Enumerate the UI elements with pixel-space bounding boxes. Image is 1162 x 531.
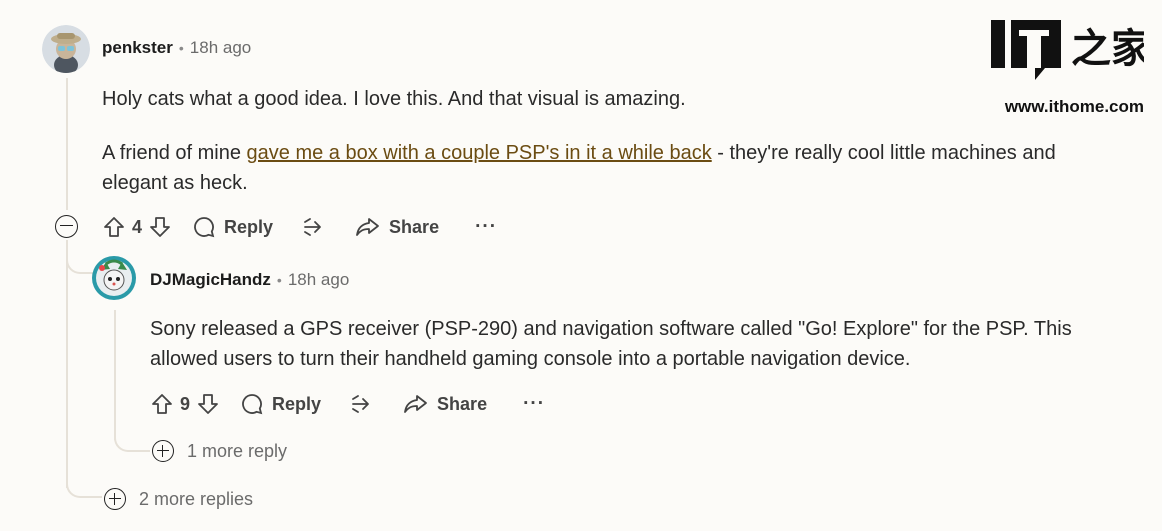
upvote-icon[interactable] xyxy=(102,215,126,239)
para-2-suffix: - they're really cool little machines an… xyxy=(711,142,1056,164)
username[interactable]: penkster xyxy=(102,38,173,58)
comment-1-actions: 4 Reply Share ··· xyxy=(102,212,497,242)
collapse-thread-button[interactable] xyxy=(55,215,78,238)
comment-1-header: penkster • 18h ago xyxy=(102,38,251,58)
share-label: Share xyxy=(389,216,440,237)
para-2-line-2: elegant as heck. xyxy=(102,172,248,194)
thread-elbow-reply xyxy=(66,250,94,274)
comment-1-para-2: A friend of mine gave me a box with a co… xyxy=(102,138,1132,198)
ithome-logo: 之家 www.ithome.com xyxy=(989,18,1151,117)
award-icon xyxy=(352,395,369,413)
expand-plus-icon xyxy=(152,440,174,462)
two-more-replies-button[interactable]: 2 more replies xyxy=(104,488,253,510)
more-options-icon[interactable]: ··· xyxy=(523,393,545,415)
thread-line-reply xyxy=(114,310,116,440)
username[interactable]: DJMagicHandz xyxy=(150,270,271,290)
comment-2-body: Sony released a GPS receiver (PSP-290) a… xyxy=(150,314,1140,374)
comment-2-line-1: Sony released a GPS receiver (PSP-290) a… xyxy=(150,318,1072,340)
one-more-reply-label: 1 more reply xyxy=(187,440,288,461)
timestamp: 18h ago xyxy=(189,38,252,57)
comment-bubble-icon xyxy=(194,217,215,238)
award-button[interactable] xyxy=(349,392,375,416)
expand-plus-icon xyxy=(104,488,126,510)
reply-button[interactable]: Reply xyxy=(192,215,273,239)
thread-elbow-reply-more xyxy=(114,428,150,452)
award-icon xyxy=(304,218,321,236)
comment-2-line-2: allowed users to turn their handheld gam… xyxy=(150,348,911,370)
upvote-icon[interactable] xyxy=(150,392,174,416)
award-button[interactable] xyxy=(301,215,327,239)
svg-text:之家: 之家 xyxy=(1071,26,1144,72)
thread-line-main xyxy=(66,78,68,210)
comment-1-para-1: Holy cats what a good idea. I love this.… xyxy=(102,88,686,110)
comment-2-header: DJMagicHandz • 18h ago xyxy=(150,270,349,290)
avatar-penkster[interactable] xyxy=(42,25,90,73)
reply-button[interactable]: Reply xyxy=(240,392,321,416)
one-more-reply-button[interactable]: 1 more reply xyxy=(152,440,287,462)
share-icon xyxy=(404,395,427,413)
comment-2-actions: 9 Reply Share ··· xyxy=(150,389,545,419)
vote-count: 9 xyxy=(180,393,191,414)
vote-count: 4 xyxy=(132,216,143,237)
ithome-logo-mark: 之家 xyxy=(991,20,1151,80)
psp-box-link[interactable]: gave me a box with a couple PSP's in it … xyxy=(247,142,712,164)
avatar-djmagichandz[interactable] xyxy=(90,254,138,302)
separator-dot: • xyxy=(276,272,282,288)
downvote-icon[interactable] xyxy=(148,215,172,239)
thread-elbow-main xyxy=(66,470,102,498)
comment-bubble-icon xyxy=(242,394,263,415)
downvote-icon[interactable] xyxy=(196,392,220,416)
timestamp: 18h ago xyxy=(287,270,350,289)
share-label: Share xyxy=(437,393,488,414)
thread-line-main-lower xyxy=(66,240,68,488)
reply-label: Reply xyxy=(272,393,322,414)
separator-dot: • xyxy=(178,40,184,56)
two-more-replies-label: 2 more replies xyxy=(139,488,254,509)
ithome-url: www.ithome.com xyxy=(1004,97,1144,116)
reply-label: Reply xyxy=(224,216,274,237)
more-options-icon[interactable]: ··· xyxy=(475,216,497,238)
share-button[interactable]: Share xyxy=(403,392,487,416)
share-button[interactable]: Share xyxy=(355,215,439,239)
share-icon xyxy=(356,218,379,236)
para-2-prefix: A friend of mine xyxy=(102,142,247,164)
